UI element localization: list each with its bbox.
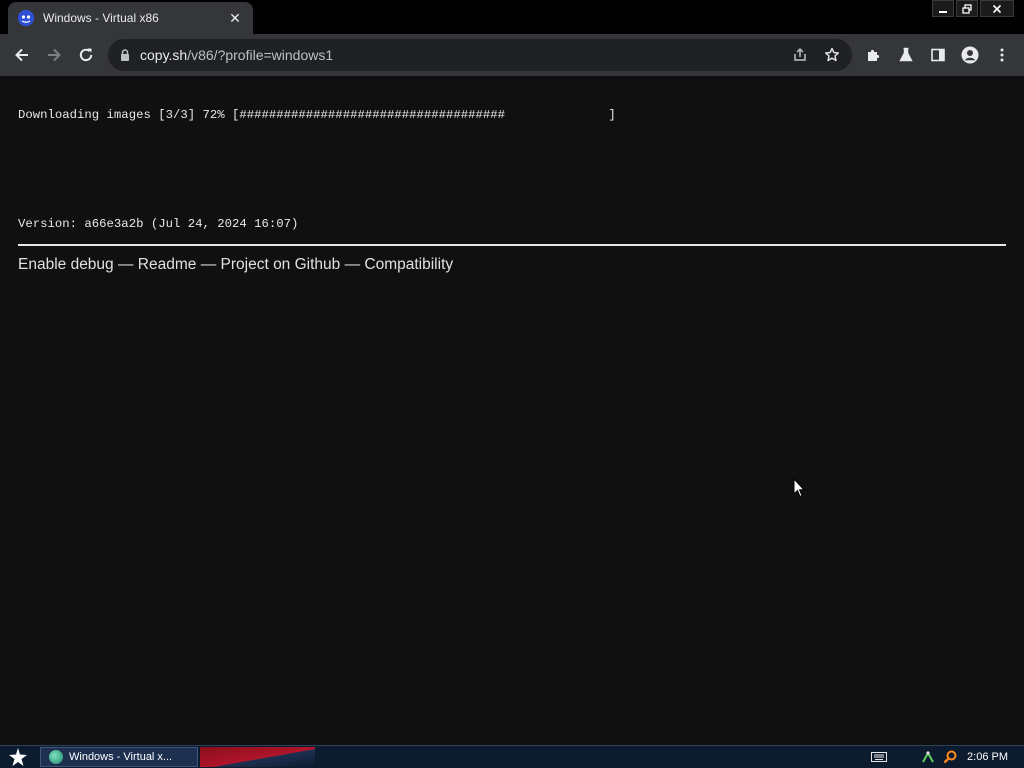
restore-icon [962,3,972,14]
mouse-cursor-icon [793,478,805,498]
tab-title: Windows - Virtual x86 [43,11,159,25]
url-host: copy.sh [140,47,188,63]
arrow-right-icon [48,48,61,62]
footer-links: Enable debug — Readme — Project on Githu… [18,256,453,274]
star-start-icon [9,748,27,766]
v86-favicon-icon [18,10,34,26]
kebab-menu-icon [1000,48,1004,62]
arrow-left-icon [15,48,28,62]
window-close-button[interactable] [980,0,1014,17]
keyboard-tray-button[interactable] [871,752,888,762]
network-icon [922,750,934,763]
github-link[interactable]: Project on Github [221,256,341,273]
readme-link[interactable]: Readme [138,256,197,273]
star-icon [825,47,839,62]
version-text: Version: a66e3a2b (Jul 24, 2024 16:07) [18,217,299,231]
separator: — [196,256,221,273]
taskbar-item-label: Windows - Virtual x... [69,751,173,763]
close-icon [992,4,1002,13]
browser-titlebar: Windows - Virtual x86 ✕ [0,0,1024,34]
taskbar-item-browser[interactable]: Windows - Virtual x... [40,747,198,767]
share-icon [794,47,806,61]
browser-app-icon [49,750,63,764]
taskbar-clock[interactable]: 2:06 PM [967,751,1008,763]
side-panel-button[interactable] [922,39,954,71]
search-tray-button[interactable] [943,750,957,764]
browser-toolbar: copy.sh/v86/?profile=windows1 [0,34,1024,76]
back-button[interactable] [6,39,38,71]
browser-tab[interactable]: Windows - Virtual x86 ✕ [8,2,253,34]
network-tray-button[interactable] [921,750,935,764]
restore-button[interactable] [956,0,978,17]
taskbar: Windows - Virtual x... 2:06 PM [0,745,1024,768]
separator: — [113,256,138,273]
reload-icon [79,48,93,62]
page-content: Downloading images [3/3] 72% [##########… [0,76,1024,745]
url-text[interactable]: copy.sh/v86/?profile=windows1 [140,47,786,63]
compatibility-link[interactable]: Compatibility [364,256,453,273]
minimize-icon [939,10,947,13]
minimize-button[interactable] [932,0,954,17]
start-button[interactable] [4,747,32,767]
menu-button[interactable] [986,39,1018,71]
forward-button[interactable] [38,39,70,71]
bookmark-button[interactable] [818,41,846,69]
share-button[interactable] [786,41,814,69]
puzzle-icon [868,49,880,61]
separator: — [340,256,365,273]
extensions-button[interactable] [858,39,890,71]
reload-button[interactable] [70,39,102,71]
system-tray: 2:06 PM [867,746,1024,768]
tab-close-icon[interactable]: ✕ [227,10,243,26]
search-icon [943,750,957,764]
profile-button[interactable] [954,39,986,71]
flask-icon [899,47,913,62]
profile-icon [961,46,979,64]
address-bar[interactable]: copy.sh/v86/?profile=windows1 [108,39,852,71]
window-controls [932,0,1014,18]
url-path: /v86/?profile=windows1 [187,47,334,63]
divider [18,244,1006,246]
keyboard-icon [871,752,888,762]
lock-icon[interactable] [118,48,132,62]
download-progress-text: Downloading images [3/3] 72% [##########… [18,108,616,122]
labs-button[interactable] [890,39,922,71]
enable-debug-link[interactable]: Enable debug [18,256,114,273]
taskbar-decoration [200,747,315,767]
side-panel-icon [931,48,945,62]
